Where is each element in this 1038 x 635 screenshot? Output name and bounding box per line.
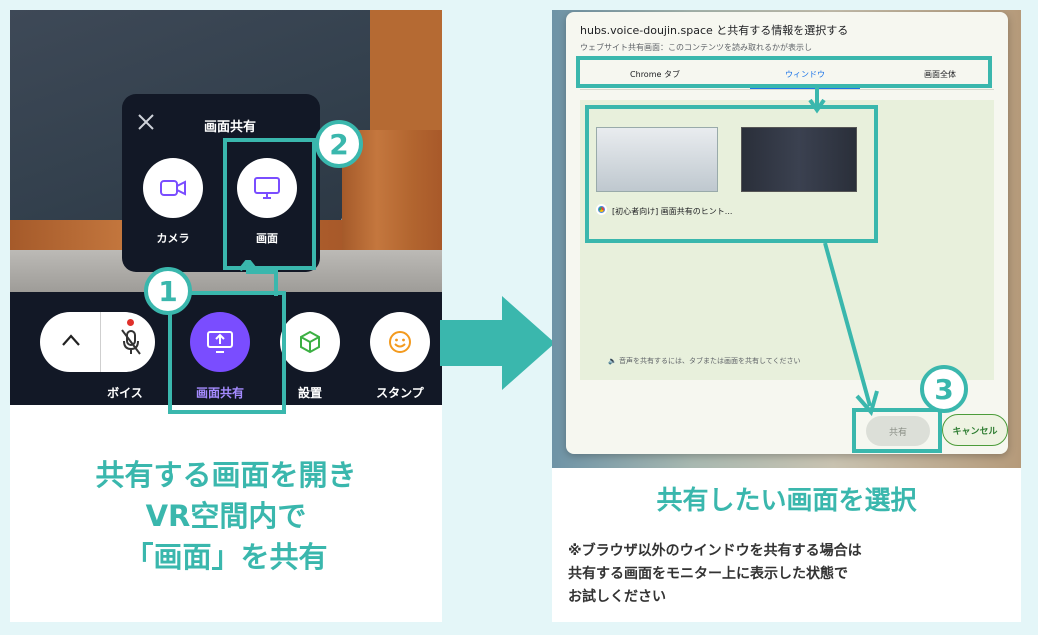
camera-icon xyxy=(160,180,186,196)
step-badge-2: 2 xyxy=(315,120,363,168)
note-line: 共有する画面をモニター上に表示した状態で xyxy=(568,566,848,582)
mic-status-dot xyxy=(127,319,134,326)
connector-arrows xyxy=(808,88,879,417)
step-badge-3: 3 xyxy=(920,365,968,413)
right-note: ※ブラウザ以外のウインドウを共有する場合は 共有する画面をモニター上に表示した状… xyxy=(568,540,1013,609)
chevron-up-icon[interactable] xyxy=(60,332,82,348)
highlight-tabs xyxy=(576,56,992,88)
note-line: ※ブラウザ以外のウインドウを共有する場合は xyxy=(568,543,862,559)
left-caption: 共有する画面を開き VR空間内で 「画面」を共有 xyxy=(10,455,442,578)
camera-button[interactable] xyxy=(143,158,203,218)
place-object-button[interactable] xyxy=(280,312,340,372)
voice-label: ボイス xyxy=(107,386,143,400)
dialog-subtitle: ウェブサイト共有画面：このコンテンツを読み取れるかが表示し xyxy=(580,43,812,52)
voice-divider xyxy=(100,312,101,372)
stamp-label: スタンプ xyxy=(376,386,424,400)
stamp-button[interactable] xyxy=(370,312,430,372)
close-icon[interactable] xyxy=(136,112,156,132)
right-title: 共有したい画面を選択 xyxy=(656,486,917,516)
next-step-arrow xyxy=(440,296,555,390)
right-panel: hubs.voice-doujin.space と共有する情報を選択する ウェブ… xyxy=(552,10,1021,622)
smiley-icon xyxy=(389,331,411,353)
mic-muted-icon[interactable] xyxy=(120,328,142,356)
dialog-title: hubs.voice-doujin.space と共有する情報を選択する xyxy=(580,24,849,37)
highlight-screen-button xyxy=(223,138,316,270)
popup-title: 画面共有 xyxy=(203,120,256,135)
note-line: お試しください xyxy=(568,589,666,605)
caption-line: VR空間内で xyxy=(145,499,307,533)
camera-label: カメラ xyxy=(156,232,190,245)
caption-line: 共有する画面を開き xyxy=(95,458,357,492)
cube-icon xyxy=(300,330,320,354)
audio-hint: 🔈 音声を共有するには、タブまたは画面を共有してください xyxy=(608,356,801,366)
speaker-icon: 🔈 xyxy=(608,357,617,365)
step-badge-1: 1 xyxy=(144,267,192,315)
caption-line: 「画面」を共有 xyxy=(124,540,328,574)
audio-hint-text: 音声を共有するには、タブまたは画面を共有してください xyxy=(618,357,801,365)
wood-block xyxy=(370,10,442,130)
cancel-button[interactable]: キャンセル xyxy=(942,414,1008,446)
connector-arrow-1-2 xyxy=(238,260,278,296)
highlight-share-button xyxy=(168,291,286,414)
